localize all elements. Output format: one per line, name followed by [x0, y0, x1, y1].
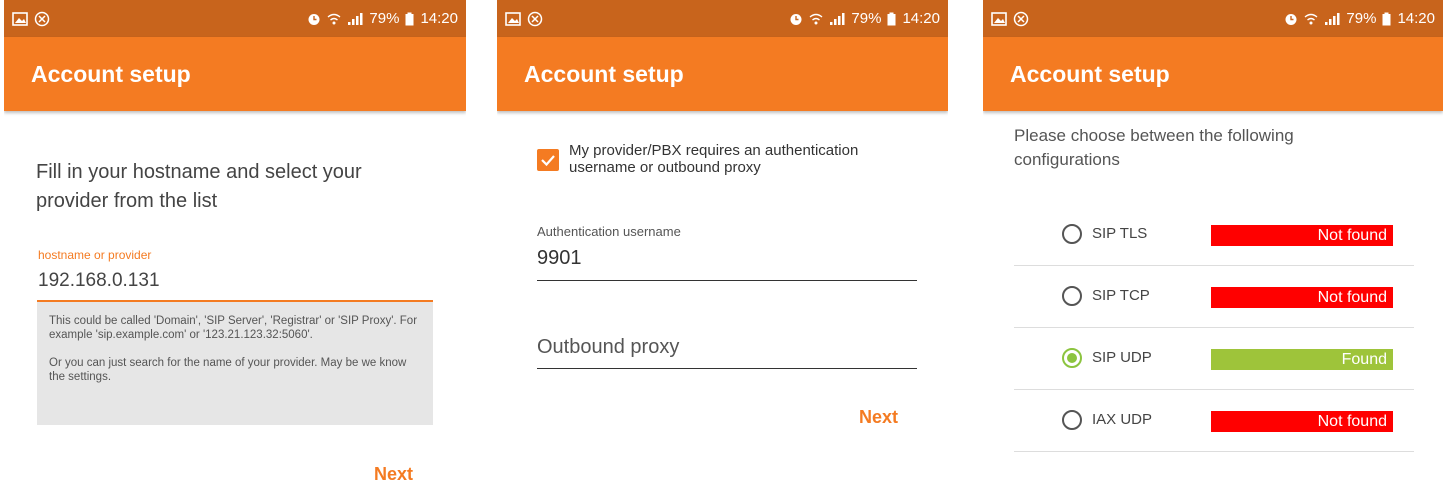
intro-text: Fill in your hostname and select your pr… — [36, 161, 362, 212]
app-bar: Account setup — [983, 37, 1443, 111]
auth-username-input[interactable]: 9901 — [537, 247, 582, 270]
app-bar: Account setup — [4, 37, 466, 111]
config-option-sip-udp[interactable]: SIP UDP Found — [1014, 328, 1414, 390]
battery-percent: 79% — [851, 10, 882, 27]
blocked-notification-icon — [34, 11, 50, 27]
app-bar: Account setup — [497, 37, 948, 111]
status-badge: Found — [1211, 349, 1393, 370]
clock: 14:20 — [420, 10, 458, 27]
alarm-icon — [1284, 12, 1298, 26]
status-bar: 79% 14:20 — [4, 0, 466, 37]
auth-required-checkbox[interactable] — [537, 149, 559, 171]
image-notification-icon — [505, 11, 521, 26]
battery-icon — [1382, 12, 1391, 26]
page-title: Account setup — [524, 60, 684, 87]
auth-username-underline — [537, 280, 917, 281]
wifi-icon — [809, 12, 823, 26]
config-label: SIP UDP — [1092, 349, 1152, 366]
config-radio[interactable] — [1062, 286, 1082, 306]
config-option-iax-udp[interactable]: IAX UDP Not found — [1014, 390, 1414, 452]
next-button[interactable]: Next — [859, 407, 898, 428]
blocked-notification-icon — [1013, 11, 1029, 27]
help-paragraph: Or you can just search for the name of y… — [49, 357, 407, 383]
help-paragraph: This could be called 'Domain', 'SIP Serv… — [49, 315, 418, 341]
wifi-icon — [327, 12, 341, 26]
hostname-field-label: hostname or provider — [38, 248, 152, 262]
status-badge: Not found — [1211, 225, 1393, 246]
signal-icon — [1324, 12, 1340, 26]
choose-prompt: Please choose between the following conf… — [1014, 126, 1294, 169]
auth-required-label: My provider/PBX requires an authenticati… — [569, 142, 859, 176]
config-label: SIP TLS — [1092, 225, 1148, 242]
screen-authentication: 79% 14:20 Account setup My provider/PBX … — [497, 0, 948, 485]
alarm-icon — [789, 12, 803, 26]
config-radio[interactable] — [1062, 224, 1082, 244]
next-button[interactable]: Next — [374, 464, 413, 485]
signal-icon — [829, 12, 845, 26]
image-notification-icon — [991, 11, 1007, 26]
status-badge: Not found — [1211, 287, 1393, 308]
screen-configurations: 79% 14:20 Account setup Please choose be… — [983, 0, 1443, 485]
checkmark-icon — [541, 155, 555, 167]
config-radio-selected[interactable] — [1062, 348, 1082, 368]
clock: 14:20 — [902, 10, 940, 27]
status-bar: 79% 14:20 — [497, 0, 948, 37]
outbound-proxy-input[interactable]: Outbound proxy — [537, 336, 679, 359]
config-label: SIP TCP — [1092, 287, 1150, 304]
config-radio[interactable] — [1062, 410, 1082, 430]
status-badge: Not found — [1211, 411, 1393, 432]
battery-percent: 79% — [1346, 10, 1377, 27]
config-label: IAX UDP — [1092, 411, 1153, 428]
image-notification-icon — [12, 11, 28, 26]
hostname-input[interactable]: 192.168.0.131 — [38, 270, 160, 292]
auth-required-row[interactable]: My provider/PBX requires an authenticati… — [537, 142, 929, 176]
hostname-help-box: This could be called 'Domain', 'SIP Serv… — [37, 302, 433, 425]
clock: 14:20 — [1397, 10, 1435, 27]
battery-percent: 79% — [369, 10, 400, 27]
signal-icon — [347, 12, 363, 26]
page-title: Account setup — [1010, 60, 1170, 87]
outbound-proxy-underline — [537, 368, 917, 369]
screen-hostname: 79% 14:20 Account setup Fill in your hos… — [4, 0, 466, 485]
battery-icon — [405, 12, 414, 26]
alarm-icon — [307, 12, 321, 26]
config-option-sip-tcp[interactable]: SIP TCP Not found — [1014, 266, 1414, 328]
status-bar: 79% 14:20 — [983, 0, 1443, 37]
battery-icon — [887, 12, 896, 26]
blocked-notification-icon — [527, 11, 543, 27]
wifi-icon — [1304, 12, 1318, 26]
auth-username-label: Authentication username — [537, 224, 681, 239]
page-title: Account setup — [31, 60, 191, 87]
config-option-sip-tls[interactable]: SIP TLS Not found — [1014, 204, 1414, 266]
